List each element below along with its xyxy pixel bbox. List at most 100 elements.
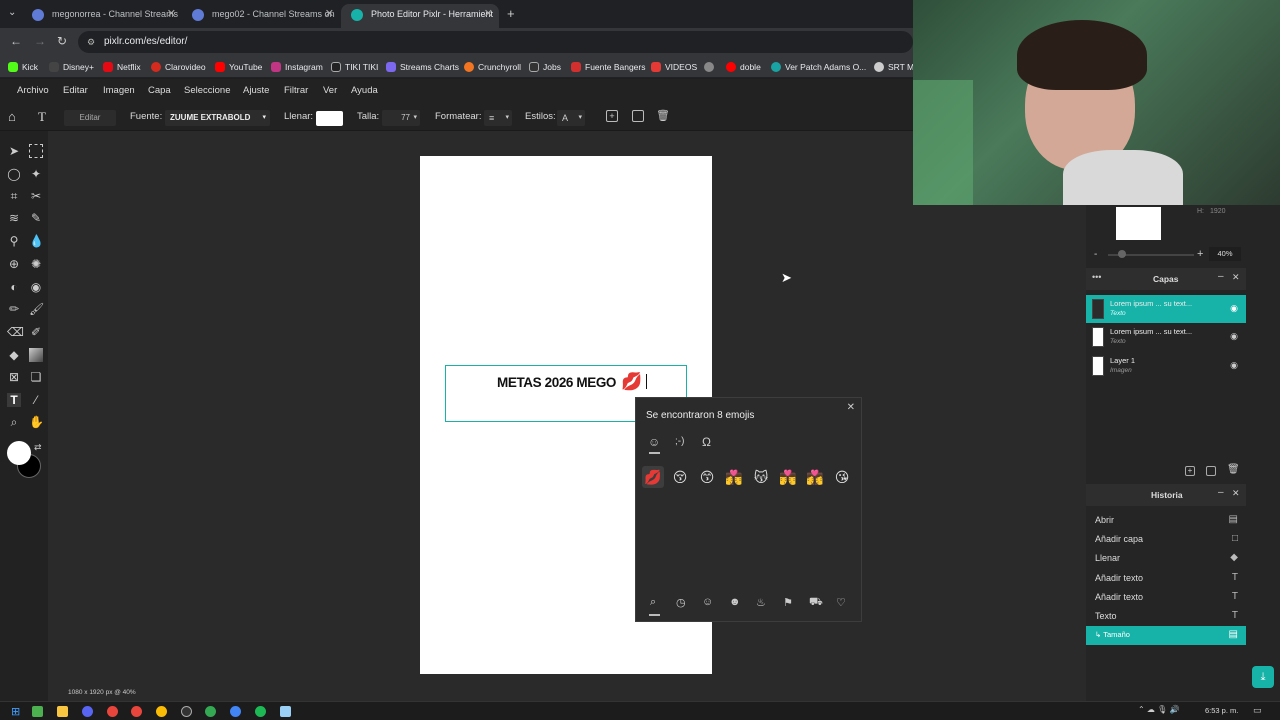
- emoji-result[interactable]: 💋: [642, 466, 664, 488]
- history-item[interactable]: Añadir texto T: [1086, 588, 1246, 607]
- bookmark[interactable]: Disney+: [49, 60, 94, 74]
- zoom-in-icon[interactable]: +: [1197, 248, 1203, 260]
- tab-pixlr[interactable]: Photo Editor Pixlr - Herramient ✕: [341, 4, 499, 28]
- close-icon[interactable]: ✕: [167, 4, 176, 24]
- bookmark[interactable]: Streams Charts: [386, 60, 459, 74]
- food-icon[interactable]: ♨: [756, 596, 766, 609]
- emoji-result[interactable]: 👩‍❤️‍💋‍👩: [804, 466, 826, 488]
- menu-capa[interactable]: Capa: [148, 85, 171, 96]
- emoji-result[interactable]: 😙: [696, 466, 718, 488]
- bookmark[interactable]: VIDEOS: [651, 60, 697, 74]
- notification-icon[interactable]: ▭: [1253, 705, 1262, 716]
- drop-icon[interactable]: 💧: [29, 234, 44, 248]
- emoji-result[interactable]: 👨‍❤️‍💋‍👨: [777, 466, 799, 488]
- home-icon[interactable]: ⌂: [8, 109, 16, 124]
- chrome-icon[interactable]: [107, 706, 118, 717]
- chrome-icon[interactable]: [156, 706, 167, 717]
- clock-text[interactable]: 6:53 p. m.: [1205, 706, 1238, 715]
- tab-mego02[interactable]: mego02 - Channel Streams on ✕: [182, 4, 340, 28]
- close-icon[interactable]: ✕: [484, 4, 493, 24]
- replace-color-icon[interactable]: ✐: [29, 325, 43, 339]
- marquee-icon[interactable]: [29, 144, 43, 158]
- lasso-icon[interactable]: ◯: [7, 167, 21, 181]
- size-select[interactable]: 77 ▾: [382, 110, 420, 126]
- fill-color-swatch[interactable]: [316, 111, 343, 126]
- tab-emoji-icon[interactable]: ☺: [648, 435, 660, 449]
- history-item[interactable]: Texto T: [1086, 607, 1246, 626]
- layer-row[interactable]: Lorem ipsum ... su text... Texto ◉: [1086, 295, 1246, 323]
- url-field[interactable]: ⚙ pixlr.com/es/editor/: [78, 31, 913, 53]
- history-item[interactable]: ↳ Tamaño ▤: [1086, 626, 1246, 645]
- zoom-out-icon[interactable]: -: [1094, 249, 1097, 260]
- people-icon[interactable]: ☻: [729, 596, 741, 608]
- chrome-icon[interactable]: [131, 706, 142, 717]
- layer-row[interactable]: Layer 1 Imagen ◉: [1086, 352, 1246, 380]
- folder-icon[interactable]: [57, 706, 68, 717]
- canvas-text[interactable]: METAS 2026 MEGO 💋: [497, 372, 647, 392]
- text-icon[interactable]: T: [7, 393, 21, 407]
- tray-icons[interactable]: ⌃ ☁ 🎙 🔊: [1138, 705, 1180, 714]
- back-icon[interactable]: ←: [10, 34, 22, 48]
- bookmark[interactable]: Ver Patch Adams O...: [771, 60, 866, 74]
- bookmark[interactable]: Fuente Bangers: [571, 60, 645, 74]
- foreground-color-swatch[interactable]: [7, 441, 31, 465]
- dodge-icon[interactable]: ◐: [7, 280, 21, 294]
- stamp-icon[interactable]: ⚲: [7, 234, 21, 248]
- burn-icon[interactable]: ◉: [29, 280, 43, 294]
- notepad-icon[interactable]: [280, 706, 291, 717]
- close-icon[interactable]: ✕: [1232, 488, 1240, 499]
- emoji-result[interactable]: 😽: [750, 466, 772, 488]
- chrome-icon[interactable]: [205, 706, 216, 717]
- styles-select[interactable]: A ▾: [557, 110, 585, 126]
- duplicate-icon[interactable]: [632, 110, 644, 122]
- duplicate-layer-icon[interactable]: [1206, 466, 1216, 476]
- shape-icon[interactable]: ⊠: [7, 370, 21, 384]
- tab-megonorrea[interactable]: megonorrea - Channel Streams ✕: [22, 4, 182, 28]
- tab-list-icon[interactable]: ⌄: [8, 7, 16, 18]
- flag-icon[interactable]: ⚑: [783, 596, 793, 609]
- forward-icon[interactable]: →: [34, 34, 46, 48]
- menu-imagen[interactable]: Imagen: [103, 85, 135, 96]
- close-icon[interactable]: ✕: [847, 402, 855, 413]
- menu-filtrar[interactable]: Filtrar: [284, 85, 308, 96]
- eye-icon[interactable]: ◉: [1230, 360, 1238, 371]
- close-icon[interactable]: ✕: [325, 4, 334, 24]
- trash-icon[interactable]: 🗑: [656, 109, 670, 122]
- gradient-icon[interactable]: [29, 348, 43, 362]
- menu-ajuste[interactable]: Ajuste: [243, 85, 269, 96]
- history-item[interactable]: Añadir capa □: [1086, 530, 1246, 549]
- move-icon[interactable]: ➤: [7, 144, 21, 158]
- globe-icon[interactable]: ⊕: [7, 257, 21, 271]
- pencil-icon[interactable]: ✏: [7, 302, 21, 316]
- bookmark[interactable]: doble: [726, 60, 761, 74]
- menu-ayuda[interactable]: Ayuda: [351, 85, 378, 96]
- history-item[interactable]: Abrir ▤: [1086, 511, 1246, 530]
- obs-icon[interactable]: [181, 706, 192, 717]
- close-icon[interactable]: ✕: [1232, 272, 1240, 283]
- car-icon[interactable]: ⛟: [809, 596, 823, 610]
- font-select[interactable]: ZUUME EXTRABOLD ▾: [165, 110, 270, 126]
- magic-wand-icon[interactable]: ✦: [29, 167, 43, 181]
- menu-archivo[interactable]: Archivo: [17, 85, 49, 96]
- liquify-icon[interactable]: ≋: [7, 211, 21, 225]
- add-layer-icon[interactable]: +: [1185, 466, 1195, 476]
- history-item[interactable]: Llenar ◆: [1086, 549, 1246, 568]
- menu-ver[interactable]: Ver: [323, 85, 337, 96]
- new-tab-icon[interactable]: +: [507, 6, 515, 21]
- layer-row[interactable]: Lorem ipsum ... su text... Texto ◉: [1086, 323, 1246, 351]
- bookmark[interactable]: Netflix: [103, 60, 141, 74]
- delete-layer-icon[interactable]: 🗑: [1227, 464, 1240, 475]
- reload-icon[interactable]: ↻: [57, 34, 67, 48]
- bookmark[interactable]: YouTube: [215, 60, 262, 74]
- recent-icon[interactable]: ◷: [676, 596, 686, 609]
- site-info-icon[interactable]: ⚙: [87, 31, 95, 53]
- more-icon[interactable]: •••: [1092, 272, 1101, 282]
- store-icon[interactable]: [32, 706, 43, 717]
- eyedropper-icon[interactable]: ⁄: [29, 393, 43, 407]
- emoji-result[interactable]: 😘: [831, 466, 853, 488]
- windows-start-icon[interactable]: ⊞: [11, 705, 20, 718]
- eye-icon[interactable]: ◉: [1230, 303, 1238, 314]
- zoom-icon[interactable]: ⌕: [7, 415, 21, 429]
- zoom-slider-knob[interactable]: [1118, 250, 1126, 258]
- minimize-icon[interactable]: –: [1218, 271, 1224, 282]
